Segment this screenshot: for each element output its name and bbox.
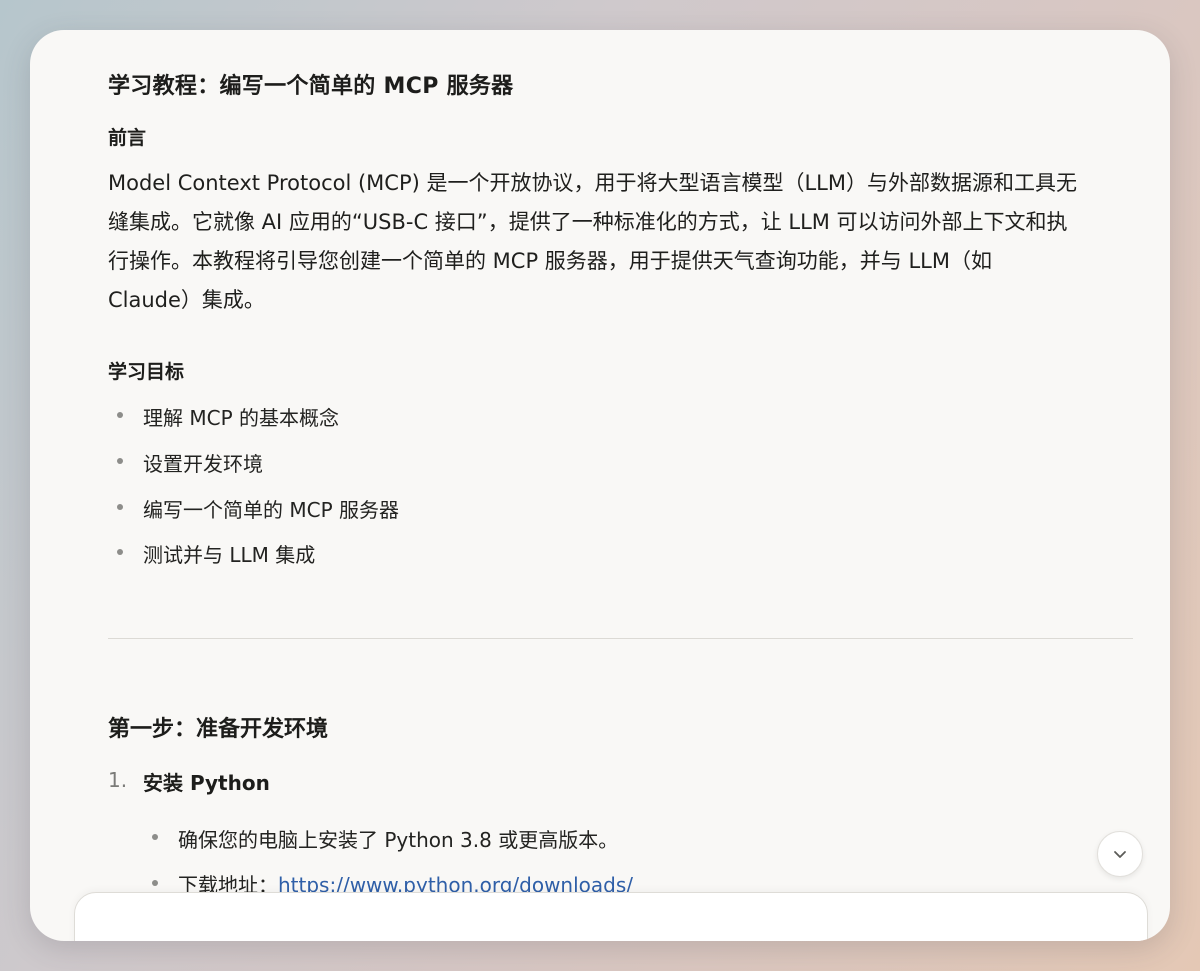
intro-line: Model Context Protocol (MCP) 是一个开放协议，用于将…	[108, 171, 1077, 195]
goal-text: 设置开发环境	[143, 452, 263, 476]
goal-text: 测试并与 LLM 集成	[143, 543, 316, 567]
list-number: 1.	[108, 768, 128, 792]
bullet-dot	[117, 504, 123, 510]
sub-bullet-text: 确保您的电脑上安装了 Python 3.8 或更高版本。	[178, 828, 619, 852]
bullet-dot	[117, 412, 123, 418]
section-divider	[108, 638, 1133, 639]
goals-heading: 学习目标	[108, 361, 185, 383]
bullet-dot	[117, 549, 123, 555]
bullet-dot	[117, 458, 123, 464]
list-item-label: 安装 Python	[143, 771, 270, 795]
step1-heading: 第一步：准备开发环境	[108, 717, 329, 742]
intro-line: 行操作。本教程将引导您创建一个简单的 MCP 服务器，用于提供天气查询功能，并与…	[108, 249, 992, 273]
intro-line: Claude）集成。	[108, 288, 265, 312]
message-composer[interactable]	[74, 892, 1148, 941]
bullet-dot	[152, 834, 158, 840]
intro-paragraph: Model Context Protocol (MCP) 是一个开放协议，用于将…	[108, 164, 1133, 320]
bullet-dot	[152, 880, 158, 886]
intro-line: 缝集成。它就像 AI 应用的“USB-C 接口”，提供了一种标准化的方式，让 L…	[108, 210, 1068, 234]
intro-heading: 前言	[108, 127, 147, 149]
chevron-down-icon	[1114, 851, 1126, 858]
message-input[interactable]	[75, 893, 1147, 933]
article-title: 学习教程：编写一个简单的 MCP 服务器	[108, 74, 514, 99]
scroll-down-button[interactable]	[1097, 831, 1143, 877]
goal-text: 编写一个简单的 MCP 服务器	[143, 498, 399, 522]
goal-text: 理解 MCP 的基本概念	[143, 406, 339, 430]
chat-window: 学习教程：编写一个简单的 MCP 服务器 前言 Model Context Pr…	[30, 30, 1170, 941]
